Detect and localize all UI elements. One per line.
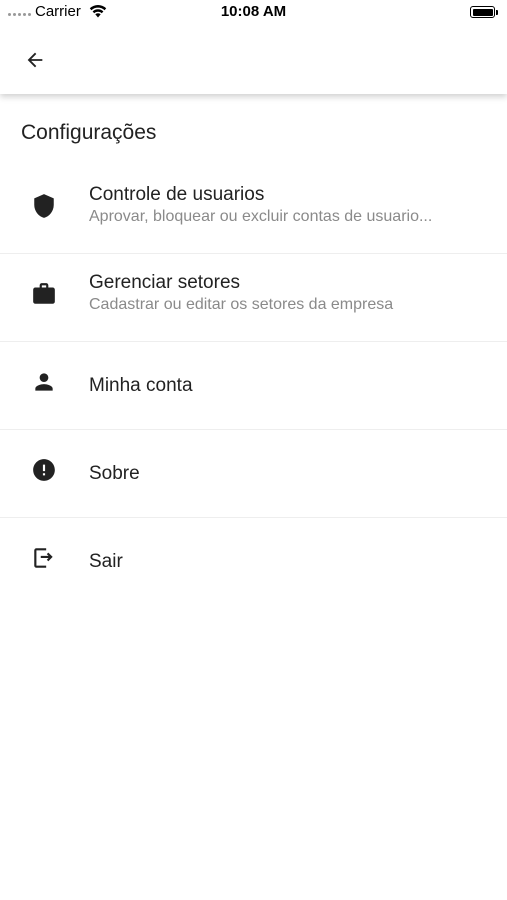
battery-icon bbox=[470, 6, 498, 18]
settings-item-subtitle: Cadastrar ou editar os setores da empres… bbox=[89, 295, 394, 313]
settings-item-logout[interactable]: Sair bbox=[0, 518, 507, 606]
person-icon bbox=[30, 368, 58, 396]
page-title: Configurações bbox=[21, 121, 157, 144]
settings-item-my-account[interactable]: Minha conta bbox=[0, 342, 507, 430]
settings-item-user-control[interactable]: Controle de usuarios Aprovar, bloquear o… bbox=[0, 166, 507, 254]
settings-list: Controle de usuarios Aprovar, bloquear o… bbox=[0, 166, 507, 606]
settings-item-title: Controle de usuarios bbox=[89, 183, 265, 205]
settings-item-subtitle: Aprovar, bloquear ou excluir contas de u… bbox=[89, 207, 433, 225]
info-alert-icon bbox=[30, 456, 58, 484]
status-time: 10:08 AM bbox=[220, 3, 287, 20]
status-bar: Carrier 10:08 AM bbox=[0, 0, 507, 24]
shield-icon bbox=[30, 192, 58, 220]
app-bar bbox=[0, 24, 507, 94]
settings-item-title: Gerenciar setores bbox=[89, 271, 241, 293]
settings-item-about[interactable]: Sobre bbox=[0, 430, 507, 518]
briefcase-icon bbox=[30, 280, 58, 308]
arrow-back-icon bbox=[27, 52, 43, 68]
settings-item-title: Minha conta bbox=[89, 375, 193, 396]
settings-item-sectors[interactable]: Gerenciar setores Cadastrar ou editar os… bbox=[0, 254, 507, 342]
settings-item-title: Sobre bbox=[89, 463, 140, 484]
exit-icon bbox=[30, 544, 58, 572]
back-button[interactable] bbox=[20, 45, 50, 75]
settings-item-title: Sair bbox=[89, 551, 123, 572]
